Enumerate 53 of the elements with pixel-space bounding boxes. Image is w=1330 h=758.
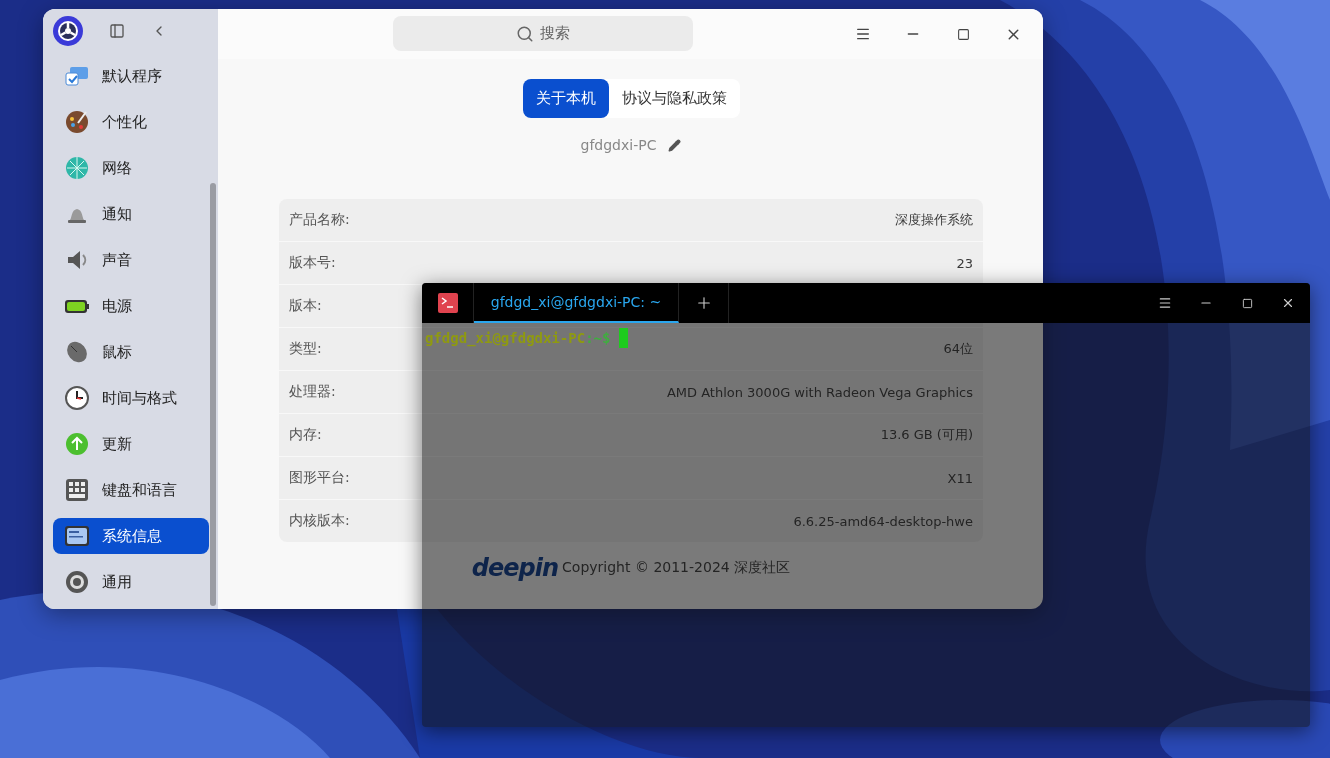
- text-cursor: [619, 328, 629, 348]
- copyright: Copyright © 2011-2024 深度社区: [562, 559, 791, 577]
- hostname: gfdgdxi-PC: [580, 137, 657, 153]
- info-icon: [64, 523, 90, 549]
- info-label: 处理器:: [289, 383, 336, 401]
- sidebar-item[interactable]: 网络: [53, 145, 209, 191]
- info-value: 6.6.25-amd64-desktop-hwe: [793, 513, 973, 529]
- tab[interactable]: 协议与隐私政策: [608, 79, 740, 118]
- info-label: 产品名称:: [289, 211, 350, 229]
- sidebar-item[interactable]: 系统信息: [53, 518, 209, 554]
- arrow-up-icon: [64, 431, 90, 457]
- info-value: 深度操作系统: [895, 211, 973, 229]
- terminal-icon: [437, 293, 458, 313]
- sidebar-item[interactable]: 更新: [53, 421, 209, 467]
- logo: deepin: [471, 554, 559, 582]
- shell-prompt: gfdgd_xi@gfdgdxi-PC:~$: [425, 330, 611, 346]
- sidebar-item[interactable]: 通知: [53, 191, 209, 237]
- info-label: 类型:: [289, 340, 322, 358]
- search-icon: [516, 24, 534, 43]
- tab[interactable]: 关于本机: [522, 79, 609, 118]
- sidebar-item[interactable]: 通用: [53, 559, 209, 605]
- sidebar-item[interactable]: 键盘和语言: [53, 467, 209, 513]
- info-label: 图形平台:: [289, 469, 350, 487]
- sidebar-item[interactable]: 默认程序: [53, 53, 209, 99]
- settings-logo-icon: [53, 16, 83, 46]
- globe-icon: [64, 155, 90, 181]
- edit-icon[interactable]: [668, 138, 682, 152]
- info-value: 23: [956, 255, 973, 271]
- mouse-icon: [64, 339, 90, 365]
- info-value: 13.6 GB (可用): [880, 426, 973, 444]
- close-icon[interactable]: [1281, 296, 1295, 310]
- info-label: 版本:: [289, 297, 322, 315]
- keyboard-icon: [64, 477, 90, 503]
- info-label: 版本号:: [289, 254, 336, 272]
- menu-icon[interactable]: [855, 26, 871, 42]
- scrollbar[interactable]: [210, 183, 216, 606]
- maximize-icon[interactable]: [956, 27, 970, 41]
- search-field[interactable]: 搜索: [393, 16, 693, 51]
- sidebar-item[interactable]: 个性化: [53, 99, 209, 145]
- info-value: AMD Athlon 3000G with Radeon Vega Graphics: [666, 384, 973, 400]
- gear-icon: [64, 569, 90, 595]
- sidebar-item[interactable]: 电源: [53, 283, 209, 329]
- sidebar-item[interactable]: 鼠标: [53, 329, 209, 375]
- info-value: X11: [947, 470, 973, 486]
- sidebar-item[interactable]: 时间与格式: [53, 375, 209, 421]
- menu-icon[interactable]: [1158, 296, 1172, 310]
- palette-icon: [64, 109, 90, 135]
- sidebar-item[interactable]: 声音: [53, 237, 209, 283]
- info-label: 内存:: [289, 426, 322, 444]
- sidebar-toggle-icon[interactable]: [109, 23, 125, 39]
- info-label: 内核版本:: [289, 512, 350, 530]
- info-value: 64位: [943, 340, 973, 358]
- clock-icon: [64, 385, 90, 411]
